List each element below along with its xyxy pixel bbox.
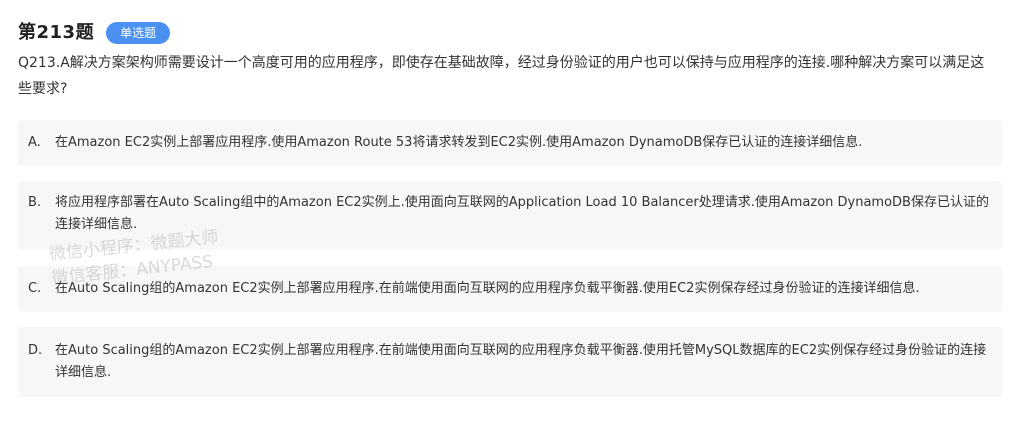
question-type-badge: 单选题	[106, 22, 171, 44]
option-d[interactable]: D. 在Auto Scaling组的Amazon EC2实例上部署应用程序.在前…	[18, 327, 1002, 397]
option-text: 在Auto Scaling组的Amazon EC2实例上部署应用程序.在前端使用…	[55, 281, 920, 296]
option-c[interactable]: C. 在Auto Scaling组的Amazon EC2实例上部署应用程序.在前…	[18, 266, 1002, 312]
option-text: 在Amazon EC2实例上部署应用程序.使用Amazon Route 53将请…	[55, 135, 863, 150]
option-text: 将应用程序部署在Auto Scaling组中的Amazon EC2实例上.使用面…	[55, 195, 989, 232]
option-text: 在Auto Scaling组的Amazon EC2实例上部署应用程序.在前端使用…	[55, 343, 987, 380]
option-b[interactable]: B. 将应用程序部署在Auto Scaling组中的Amazon EC2实例上.…	[18, 181, 1002, 250]
option-letter: B.	[28, 195, 42, 210]
option-letter: C.	[28, 281, 42, 296]
question-text: Q213.A解决方案架构师需要设计一个高度可用的应用程序，即使存在基础故障，经过…	[18, 55, 985, 97]
option-letter: D.	[28, 343, 43, 358]
question-number: 第213题	[18, 22, 95, 43]
option-letter: A.	[28, 135, 41, 150]
option-a[interactable]: A. 在Amazon EC2实例上部署应用程序.使用Amazon Route 5…	[18, 120, 1002, 166]
question-header: 第213题 单选题	[18, 20, 171, 46]
